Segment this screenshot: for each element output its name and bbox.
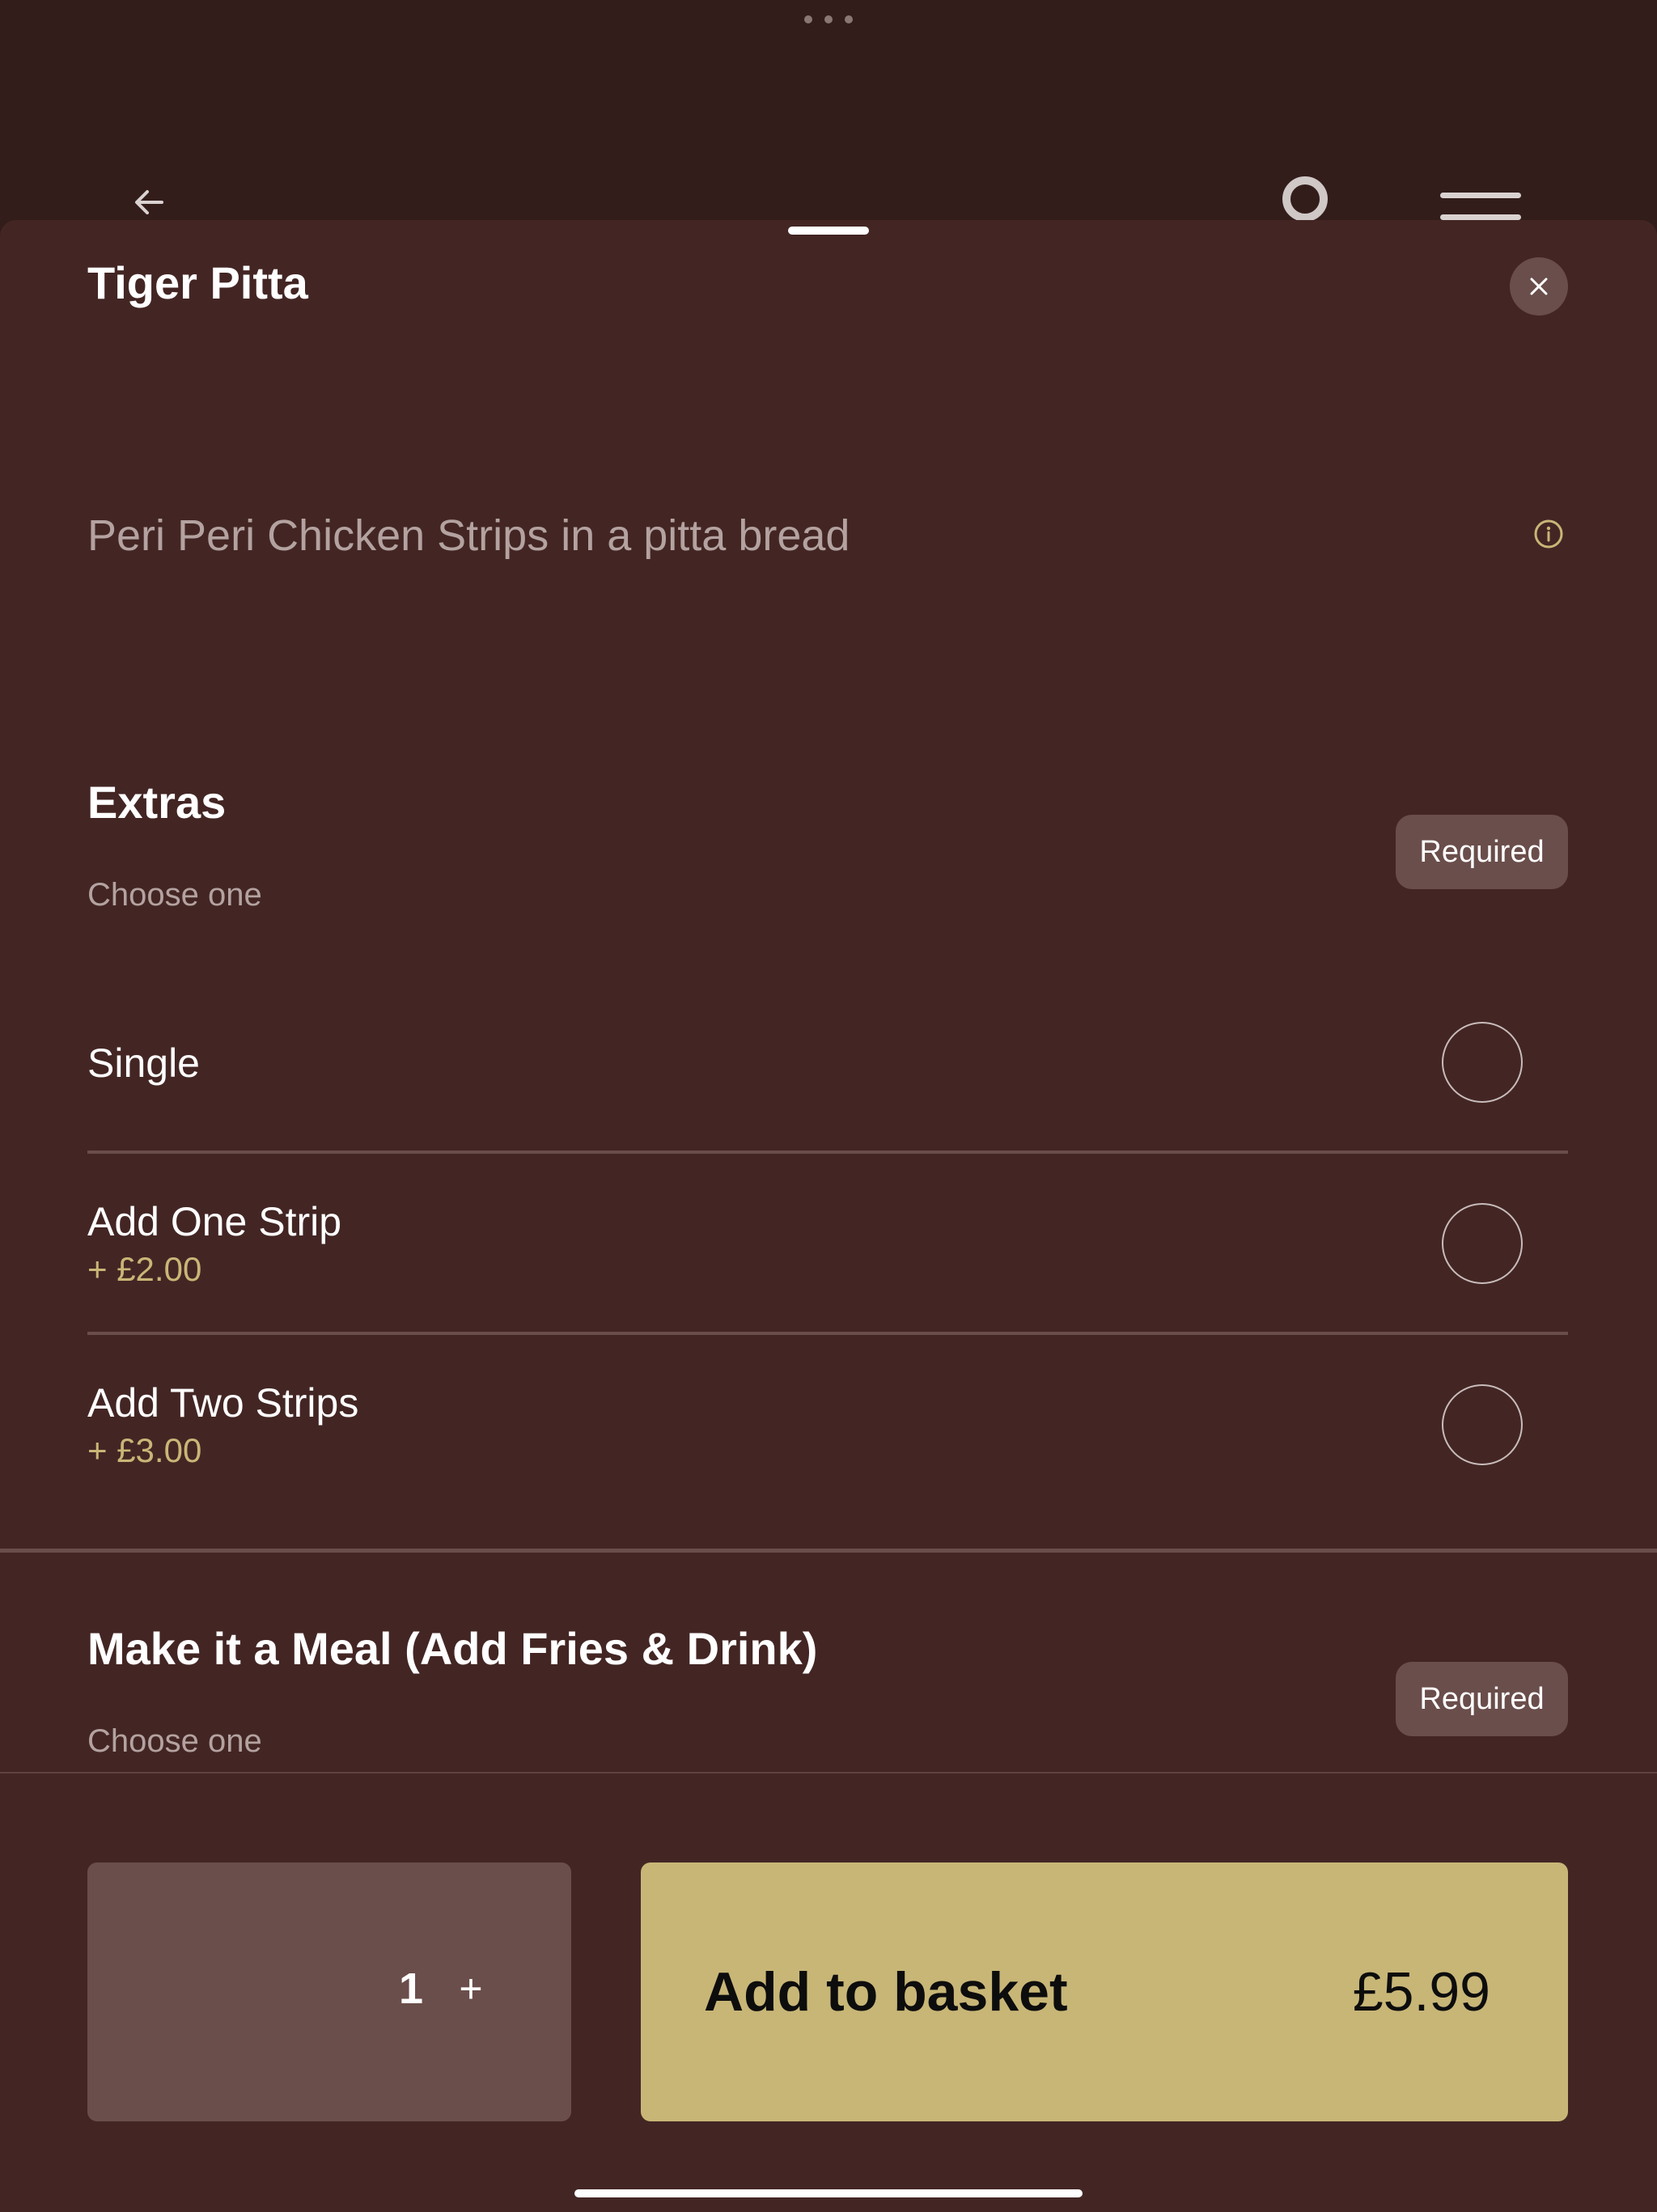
section-subtitle-meal: Choose one [87, 1723, 262, 1759]
item-title: Tiger Pitta [87, 257, 308, 308]
section-title-meal: Make it a Meal (Add Fries & Drink) [87, 1623, 818, 1674]
arrow-left-icon[interactable] [129, 181, 172, 223]
section-subtitle-extras: Choose one [87, 877, 262, 913]
option-radio[interactable] [1442, 1022, 1523, 1103]
option-price: + £2.00 [87, 1250, 202, 1288]
info-icon[interactable] [1532, 518, 1565, 550]
option-label: Add Two Strips [87, 1380, 359, 1426]
option-price: + £3.00 [87, 1431, 202, 1469]
required-badge: Required [1396, 1662, 1568, 1736]
quantity-stepper[interactable]: 1 + [87, 1862, 571, 2121]
section-title-extras: Extras [87, 777, 227, 828]
required-badge: Required [1396, 815, 1568, 889]
add-to-basket-button[interactable]: Add to basket £5.99 [641, 1862, 1568, 2121]
option-label: Single [87, 1040, 200, 1086]
basket-price: £5.99 [1352, 1961, 1490, 2023]
footer-bar: 1 + Add to basket £5.99 [0, 1772, 1657, 2212]
sheet-grabber[interactable] [788, 227, 869, 235]
section-divider [0, 1549, 1657, 1553]
more-dots-icon[interactable] [804, 13, 853, 26]
option-radio[interactable] [1442, 1203, 1523, 1284]
item-description: Peri Peri Chicken Strips in a pitta brea… [87, 511, 850, 560]
increment-button[interactable]: + [439, 1956, 503, 2021]
close-icon [1530, 278, 1548, 295]
option-radio[interactable] [1442, 1384, 1523, 1465]
option-label: Add One Strip [87, 1199, 342, 1244]
option-divider [87, 1150, 1568, 1154]
add-to-basket-label: Add to basket [704, 1961, 1068, 2023]
ring-icon[interactable] [1282, 176, 1328, 222]
close-button[interactable] [1510, 257, 1568, 316]
option-divider [87, 1332, 1568, 1335]
home-indicator[interactable] [574, 2189, 1083, 2197]
